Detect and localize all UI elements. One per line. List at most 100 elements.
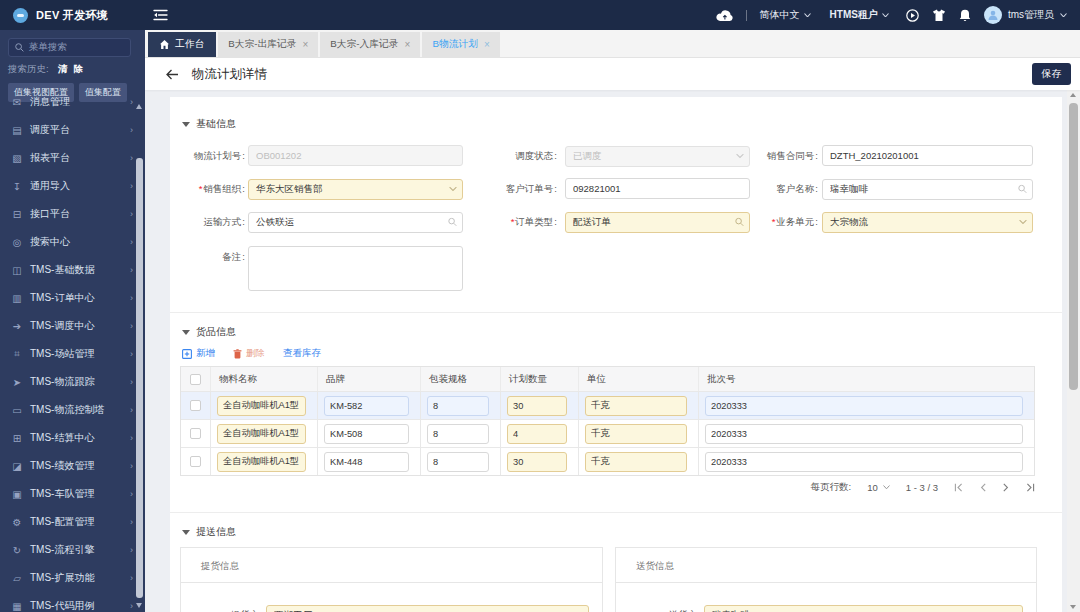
sidebar-menu-item[interactable]: ⚙ TMS-配置管理 › <box>0 508 145 536</box>
brand-input[interactable] <box>324 424 409 444</box>
scroll-down-icon[interactable] <box>136 603 142 608</box>
menu-fold-icon[interactable] <box>153 9 168 21</box>
sales-org-select[interactable] <box>248 178 463 199</box>
search-center-icon: ◎ <box>11 237 23 248</box>
table-row[interactable] <box>181 447 1034 475</box>
sidebar-menu-item[interactable]: ▦ TMS-代码用例 › <box>0 592 145 612</box>
sidebar-menu-item[interactable]: ▱ TMS-扩展功能 › <box>0 564 145 592</box>
sidebar-scrollbar[interactable] <box>135 100 144 612</box>
material-input[interactable] <box>217 452 306 472</box>
next-page-icon[interactable] <box>1003 483 1009 492</box>
content-scrollbar[interactable] <box>1067 90 1080 612</box>
sidebar-menu-item[interactable]: ▥ TMS-订单中心 › <box>0 284 145 312</box>
contract-no-field[interactable] <box>822 145 1033 166</box>
section-delivery-info[interactable]: 提送信息 <box>182 525 236 539</box>
back-arrow-icon[interactable] <box>166 69 179 80</box>
qty-input[interactable] <box>507 452 567 472</box>
trash-icon <box>233 349 242 359</box>
sidebar-menu-item[interactable]: ▤ 调度平台 › <box>0 116 145 144</box>
qty-input[interactable] <box>507 396 567 416</box>
order-type-field[interactable] <box>565 211 750 232</box>
tab-close-icon[interactable]: × <box>405 40 411 50</box>
tab-close-icon[interactable]: × <box>303 40 309 50</box>
row-checkbox[interactable] <box>190 428 201 439</box>
sidebar-menu-item[interactable]: ➤ TMS-物流跟踪 › <box>0 368 145 396</box>
section-goods-info[interactable]: 货品信息 <box>182 325 236 339</box>
batch-input[interactable] <box>705 396 1023 416</box>
scrollbar-thumb[interactable] <box>1069 103 1078 390</box>
sidebar-menu-item[interactable]: ◎ 搜索中心 › <box>0 228 145 256</box>
tab[interactable]: B大宗-出库记录 × <box>218 32 318 57</box>
sidebar-menu-item[interactable]: ▧ 报表平台 › <box>0 144 145 172</box>
notification-bell-icon[interactable] <box>959 9 971 22</box>
unit-input[interactable] <box>585 452 687 472</box>
clear-history-button[interactable]: 清 除 <box>58 63 86 76</box>
tab[interactable]: B大宗-入库记录 × <box>320 32 420 57</box>
remark-textarea[interactable] <box>248 246 463 291</box>
sidebar-menu-item[interactable]: ▭ TMS-物流控制塔 › <box>0 396 145 424</box>
scroll-up-icon[interactable] <box>1070 93 1076 97</box>
sidebar-menu-item[interactable]: ↧ 通用导入 › <box>0 172 145 200</box>
customer-order-no-field[interactable] <box>565 178 750 199</box>
history-chip[interactable]: 值集配置 <box>79 83 127 102</box>
first-page-icon[interactable] <box>954 483 963 492</box>
language-selector[interactable]: 简体中文 <box>760 8 811 22</box>
search-icon[interactable] <box>448 217 457 226</box>
guide-icon[interactable] <box>906 9 919 22</box>
save-button[interactable]: 保存 <box>1032 63 1071 85</box>
select-all-checkbox[interactable] <box>190 374 201 385</box>
transport-mode-field[interactable] <box>248 211 463 232</box>
brand-input[interactable] <box>324 452 409 472</box>
tab-label: B物流计划 <box>432 38 478 51</box>
business-unit-select[interactable] <box>822 211 1033 232</box>
pack-input[interactable] <box>427 452 489 472</box>
chevron-right-icon: › <box>130 545 133 555</box>
row-checkbox[interactable] <box>190 400 201 411</box>
page-range-label: 1 - 3 / 3 <box>906 482 938 493</box>
customer-name-field[interactable] <box>822 178 1033 199</box>
pickup-party-select[interactable] <box>266 604 589 612</box>
unit-input[interactable] <box>585 396 687 416</box>
sidebar-menu-item[interactable]: ◪ TMS-绩效管理 › <box>0 452 145 480</box>
delete-row-button[interactable]: 删除 <box>233 347 265 360</box>
scrollbar-thumb[interactable] <box>136 158 143 598</box>
sidebar-menu-item[interactable]: ↻ TMS-流程引擎 › <box>0 536 145 564</box>
brand-input[interactable] <box>324 396 409 416</box>
scroll-down-icon[interactable] <box>1070 605 1076 609</box>
tab[interactable]: B物流计划 × <box>422 32 499 57</box>
pack-input[interactable] <box>427 396 489 416</box>
sidebar-menu-item[interactable]: ◫ TMS-基础数据 › <box>0 256 145 284</box>
table-row[interactable] <box>181 419 1034 447</box>
cloud-upload-icon[interactable] <box>716 9 733 22</box>
last-page-icon[interactable] <box>1026 483 1035 492</box>
sidebar-menu-item[interactable]: ⊟ 接口平台 › <box>0 200 145 228</box>
qty-input[interactable] <box>507 424 567 444</box>
page-size-select[interactable]: 10 <box>867 482 890 493</box>
scroll-up-icon[interactable] <box>136 104 142 109</box>
settlement-icon: ⊞ <box>11 433 23 444</box>
row-checkbox[interactable] <box>190 456 201 467</box>
section-basic-info[interactable]: 基础信息 <box>182 117 236 131</box>
tab-close-icon[interactable]: × <box>484 40 490 50</box>
sidebar-menu-item[interactable]: ➔ TMS-调度中心 › <box>0 312 145 340</box>
material-input[interactable] <box>217 424 306 444</box>
prev-page-icon[interactable] <box>980 483 986 492</box>
view-stock-button[interactable]: 查看库存 <box>283 347 321 360</box>
tenant-selector[interactable]: HTMS租户 <box>830 8 889 22</box>
batch-input[interactable] <box>705 424 1023 444</box>
pack-input[interactable] <box>427 424 489 444</box>
user-menu[interactable]: tms管理员 <box>984 6 1067 24</box>
theme-skin-icon[interactable] <box>932 9 946 22</box>
menu-search-input[interactable]: 菜单搜索 <box>8 38 131 57</box>
dropoff-party-select[interactable] <box>704 604 1023 612</box>
sidebar-menu-item[interactable]: ⌗ TMS-场站管理 › <box>0 340 145 368</box>
sidebar-menu-item[interactable]: ▣ TMS-车队管理 › <box>0 480 145 508</box>
table-row[interactable] <box>181 391 1034 419</box>
search-icon[interactable] <box>1018 184 1027 193</box>
material-input[interactable] <box>217 396 306 416</box>
unit-input[interactable] <box>585 424 687 444</box>
batch-input[interactable] <box>705 452 1023 472</box>
sidebar-menu-item[interactable]: ⊞ TMS-结算中心 › <box>0 424 145 452</box>
add-row-button[interactable]: 新增 <box>182 347 215 360</box>
tab[interactable]: 工作台 × <box>148 32 216 57</box>
